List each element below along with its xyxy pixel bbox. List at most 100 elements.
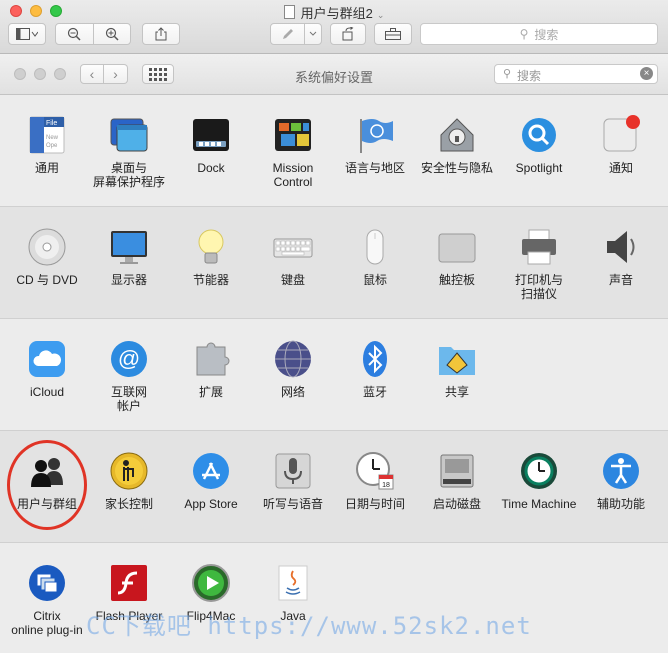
pane-keyboard[interactable]: 键盘 [252, 207, 334, 287]
magnifier-icon [519, 115, 559, 155]
citrix-icon [27, 563, 67, 603]
pane-sharing[interactable]: 共享 [416, 319, 498, 399]
bulb-icon [191, 227, 231, 267]
java-icon [273, 563, 313, 603]
mission-control-icon [273, 115, 313, 155]
pane-date-time[interactable]: 18 日期与时间 [334, 431, 416, 511]
zoom-controls [55, 23, 131, 45]
dock-icon [191, 115, 231, 155]
at-icon: @ [109, 339, 149, 379]
pane-icloud[interactable]: iCloud [6, 319, 88, 399]
pane-general[interactable]: File New Ope 通用 [6, 95, 88, 175]
disk-icon [437, 451, 477, 491]
keyboard-icon [273, 227, 313, 267]
speaker-icon [601, 227, 641, 267]
svg-text:18: 18 [382, 482, 390, 489]
rotate-icon [342, 27, 354, 41]
pane-sound[interactable]: 声音 [580, 207, 662, 287]
pane-extensions[interactable]: 扩展 [170, 319, 252, 399]
pane-parental-controls[interactable]: 家长控制 [88, 431, 170, 511]
puzzle-icon [191, 339, 231, 379]
chevron-down-icon [309, 31, 317, 36]
sidebar-icon [16, 28, 38, 40]
globe-icon [273, 339, 313, 379]
search-icon: ⚲ [519, 27, 529, 41]
app-store-icon [191, 451, 231, 491]
time-machine-icon [519, 451, 559, 491]
document-search-field[interactable]: ⚲ 搜索 [420, 23, 658, 45]
house-lock-icon [437, 115, 477, 155]
markup-menu-button[interactable] [304, 24, 321, 44]
svg-text:@: @ [118, 346, 140, 371]
pane-spotlight[interactable]: Spotlight [498, 95, 580, 175]
zoom-out-button[interactable] [56, 24, 93, 44]
monitor-icon [109, 227, 149, 267]
sharing-folder-icon [437, 339, 477, 379]
pane-language-region[interactable]: 语言与地区 [334, 95, 416, 175]
notification-icon [601, 115, 641, 155]
clock-icon: 18 [355, 451, 395, 491]
zoom-in-icon [105, 27, 119, 41]
zoom-out-icon [68, 27, 81, 41]
document-icon [283, 5, 295, 19]
pane-internet-accounts[interactable]: @ 互联网 帐户 [88, 319, 170, 413]
pane-time-machine[interactable]: Time Machine [498, 431, 580, 511]
pane-dock[interactable]: Dock [170, 95, 252, 175]
bluetooth-icon [355, 339, 395, 379]
section-personal: File New Ope 通用 桌面与 屏幕保护程序 Dock Mission Co… [0, 95, 668, 207]
pane-mouse[interactable]: 鼠标 [334, 207, 416, 287]
pane-accessibility[interactable]: 辅助功能 [580, 431, 662, 511]
svg-text:File: File [46, 120, 57, 127]
pane-startup-disk[interactable]: 启动磁盘 [416, 431, 498, 511]
pane-dictation-speech[interactable]: 听写与语音 [252, 431, 334, 511]
flash-icon [109, 563, 149, 603]
pane-printers-scanners[interactable]: 打印机与 扫描仪 [498, 207, 580, 301]
flag-icon [355, 115, 395, 155]
cloud-icon [27, 339, 67, 379]
printer-icon [519, 227, 559, 267]
pane-mission-control[interactable]: Mission Control [252, 95, 334, 189]
pane-security-privacy[interactable]: 安全性与隐私 [416, 95, 498, 175]
zoom-in-button[interactable] [92, 24, 131, 44]
markup-button[interactable] [270, 23, 322, 45]
pane-bluetooth[interactable]: 蓝牙 [334, 319, 416, 399]
watermark-text: CC下载吧 https://www.52sk2.net [86, 612, 532, 640]
pane-desktop-screensaver[interactable]: 桌面与 屏幕保护程序 [88, 95, 170, 189]
pen-icon [282, 29, 293, 39]
share-icon [155, 27, 167, 41]
search-icon: ⚲ [503, 68, 512, 80]
chevron-down-icon: ⌄ [376, 10, 385, 20]
pane-trackpad[interactable]: 触控板 [416, 207, 498, 287]
window-title[interactable]: 用户与群组2 ⌄ [0, 3, 668, 22]
clear-search-icon[interactable]: × [640, 67, 653, 80]
accessibility-icon [601, 451, 641, 491]
rotate-button[interactable] [330, 23, 366, 45]
pane-notifications[interactable]: 通知 [580, 95, 662, 175]
section-system: 用户与群组 家长控制 App Store 听写与语音 18 日期与时间 启动磁盘… [0, 431, 668, 543]
pane-cd-dvd[interactable]: CD 与 DVD [6, 207, 88, 287]
sidebar-toggle-button[interactable] [8, 23, 46, 45]
desktop-icon [109, 115, 149, 155]
general-icon: File New Ope [27, 115, 67, 155]
section-hardware: CD 与 DVD 显示器 节能器 键盘 鼠标 触控板 打印机与 扫描仪 声音 [0, 207, 668, 319]
preferences-search-field[interactable]: ⚲ 搜索 × [494, 64, 658, 84]
toolbox-icon [385, 28, 401, 40]
parental-icon [109, 451, 149, 491]
window-toolbar: 用户与群组2 ⌄ ⚲ 搜索 [0, 0, 668, 54]
section-internet: iCloud @ 互联网 帐户 扩展 网络 蓝牙 共享 [0, 319, 668, 431]
preview-window: 用户与群组2 ⌄ ⚲ 搜索 ‹ › 系统偏好设置 ⚲ 搜索 × File New… [0, 0, 668, 653]
microphone-icon [273, 451, 313, 491]
share-button[interactable] [142, 23, 180, 45]
flip4mac-icon [191, 563, 231, 603]
pane-app-store[interactable]: App Store [170, 431, 252, 511]
pane-network[interactable]: 网络 [252, 319, 334, 399]
svg-text:Ope: Ope [46, 143, 58, 149]
highlight-circle [7, 440, 87, 530]
trackpad-icon [437, 227, 477, 267]
mouse-icon [355, 227, 395, 267]
pane-energy-saver[interactable]: 节能器 [170, 207, 252, 287]
pane-displays[interactable]: 显示器 [88, 207, 170, 287]
pane-citrix[interactable]: Citrix online plug-in [6, 543, 88, 637]
toolbox-button[interactable] [374, 23, 412, 45]
svg-text:New: New [46, 135, 59, 141]
